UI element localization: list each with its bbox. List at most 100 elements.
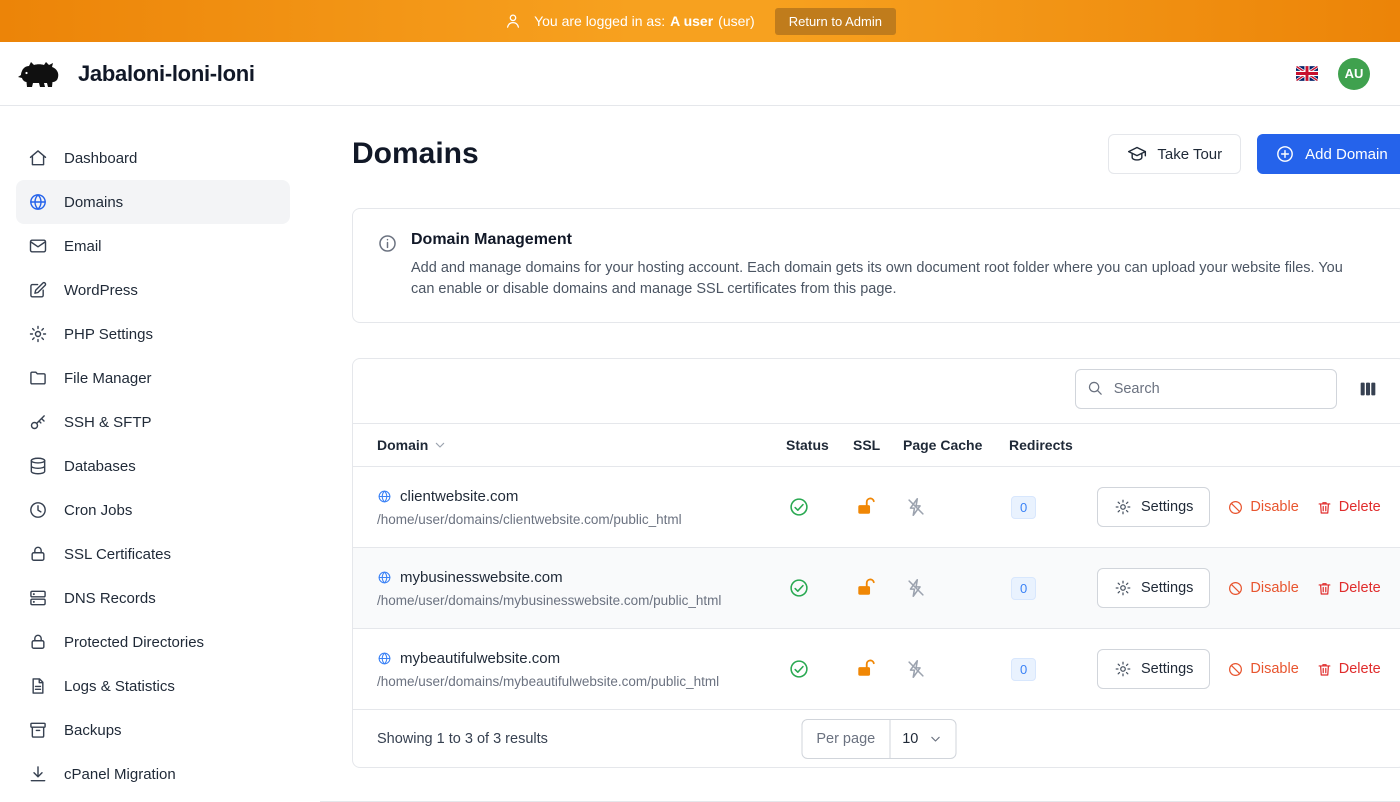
slash-circle-icon — [1227, 499, 1244, 516]
results-summary: Showing 1 to 3 of 3 results — [377, 731, 548, 747]
per-page-control: Per page 10 — [801, 719, 956, 759]
delete-button[interactable]: Delete — [1316, 580, 1381, 597]
delete-button[interactable]: Delete — [1316, 661, 1381, 678]
domain-name[interactable]: mybeautifulwebsite.com — [400, 650, 560, 667]
document-root-path: /home/user/domains/clientwebsite.com/pub… — [377, 512, 786, 527]
column-header-ssl: SSL — [853, 437, 903, 453]
language-flag-icon[interactable] — [1296, 66, 1318, 81]
globe-icon — [377, 570, 392, 585]
table-footer: Showing 1 to 3 of 3 results Per page 10 — [353, 710, 1400, 767]
sidebar-item-backups[interactable]: Backups — [16, 708, 290, 752]
sidebar-item-dashboard[interactable]: Dashboard — [16, 136, 290, 180]
domain-row: mybusinesswebsite.com /home/user/domains… — [353, 548, 1400, 629]
column-header-status: Status — [786, 437, 853, 453]
gear-icon — [1114, 579, 1132, 597]
sidebar-item-php-settings[interactable]: PHP Settings — [16, 312, 290, 356]
per-page-select[interactable]: 10 — [890, 720, 955, 758]
table-header-row: Domain Status SSL Page Cache Redirects — [353, 423, 1400, 467]
sidebar-item-label: Email — [64, 238, 102, 255]
per-page-label: Per page — [802, 720, 890, 758]
sidebar-item-label: cPanel Migration — [64, 766, 176, 783]
status-active-icon — [788, 496, 810, 518]
page-cache-off-icon — [905, 496, 927, 518]
settings-button[interactable]: Settings — [1097, 487, 1210, 527]
redirects-count-badge: 0 — [1011, 658, 1036, 681]
sidebar-item-label: Logs & Statistics — [64, 678, 175, 695]
redirects-count-badge: 0 — [1011, 577, 1036, 600]
banner-role: (user) — [718, 13, 755, 29]
trash-icon — [1316, 661, 1333, 678]
main-content: Domains Take Tour Add Domain Domain Mana… — [320, 106, 1400, 800]
chevron-down-icon — [432, 437, 448, 453]
banner-message: You are logged in as: A user (user) — [534, 13, 755, 29]
add-domain-button[interactable]: Add Domain — [1257, 134, 1400, 174]
column-header-page-cache: Page Cache — [903, 437, 1009, 453]
sidebar-item-dns-records[interactable]: DNS Records — [16, 576, 290, 620]
ssl-unlocked-icon — [855, 658, 877, 680]
take-tour-label: Take Tour — [1157, 146, 1222, 163]
chevron-down-icon — [927, 731, 943, 747]
column-header-domain[interactable]: Domain — [377, 437, 786, 453]
sidebar-item-label: Cron Jobs — [64, 502, 132, 519]
sidebar-item-file-manager[interactable]: File Manager — [16, 356, 290, 400]
sidebar-item-logs-statistics[interactable]: Logs & Statistics — [16, 664, 290, 708]
sidebar-item-domains[interactable]: Domains — [16, 180, 290, 224]
gear-icon — [28, 324, 48, 344]
page-cache-off-icon — [905, 658, 927, 680]
sidebar-item-cron-jobs[interactable]: Cron Jobs — [16, 488, 290, 532]
column-header-redirects: Redirects — [1009, 437, 1097, 453]
page-cache-off-icon — [905, 577, 927, 599]
domain-cell: mybusinesswebsite.com /home/user/domains… — [377, 569, 786, 608]
user-avatar[interactable]: AU — [1338, 58, 1370, 90]
sidebar-item-wordpress[interactable]: WordPress — [16, 268, 290, 312]
graduation-cap-icon — [1127, 144, 1147, 164]
sidebar-item-ssh-sftp[interactable]: SSH & SFTP — [16, 400, 290, 444]
globe-icon — [377, 651, 392, 666]
settings-button[interactable]: Settings — [1097, 649, 1210, 689]
sidebar-item-label: Backups — [64, 722, 122, 739]
globe-icon — [377, 489, 392, 504]
slash-circle-icon — [1227, 580, 1244, 597]
folder-icon — [28, 368, 48, 388]
user-icon — [504, 12, 522, 30]
database-icon — [28, 456, 48, 476]
sidebar-item-email[interactable]: Email — [16, 224, 290, 268]
sidebar-item-label: Databases — [64, 458, 136, 475]
domain-management-info-card: Domain Management Add and manage domains… — [352, 208, 1400, 323]
sidebar-item-cpanel-migration[interactable]: cPanel Migration — [16, 752, 290, 796]
plus-circle-icon — [1275, 144, 1295, 164]
info-card-title: Domain Management — [411, 231, 1346, 249]
delete-button[interactable]: Delete — [1316, 499, 1381, 516]
return-to-admin-button[interactable]: Return to Admin — [775, 8, 896, 35]
domain-name[interactable]: clientwebsite.com — [400, 488, 518, 505]
sidebar-item-label: SSH & SFTP — [64, 414, 152, 431]
info-icon — [377, 233, 398, 254]
disable-button[interactable]: Disable — [1227, 499, 1298, 516]
document-root-path: /home/user/domains/mybusinesswebsite.com… — [377, 593, 786, 608]
column-settings-button[interactable] — [1355, 376, 1381, 402]
domain-name[interactable]: mybusinesswebsite.com — [400, 569, 563, 586]
disable-button[interactable]: Disable — [1227, 661, 1298, 678]
sidebar-item-ssl-certificates[interactable]: SSL Certificates — [16, 532, 290, 576]
clock-icon — [28, 500, 48, 520]
pencil-square-icon — [28, 280, 48, 300]
sidebar-item-label: Domains — [64, 194, 123, 211]
archive-icon — [28, 720, 48, 740]
sidebar-item-protected-directories[interactable]: Protected Directories — [16, 620, 290, 664]
take-tour-button[interactable]: Take Tour — [1108, 134, 1241, 174]
settings-button[interactable]: Settings — [1097, 568, 1210, 608]
disable-button[interactable]: Disable — [1227, 580, 1298, 597]
search-input[interactable] — [1075, 369, 1337, 409]
redirects-count-badge: 0 — [1011, 496, 1036, 519]
domain-row: mybeautifulwebsite.com /home/user/domain… — [353, 629, 1400, 710]
home-icon — [28, 148, 48, 168]
sidebar-item-label: Dashboard — [64, 150, 137, 167]
columns-icon — [1357, 378, 1379, 400]
status-active-icon — [788, 658, 810, 680]
ssl-unlocked-icon — [855, 577, 877, 599]
lock-icon — [28, 544, 48, 564]
server-icon — [28, 588, 48, 608]
gear-icon — [1114, 660, 1132, 678]
banner-user: A user — [670, 13, 713, 29]
sidebar-item-databases[interactable]: Databases — [16, 444, 290, 488]
